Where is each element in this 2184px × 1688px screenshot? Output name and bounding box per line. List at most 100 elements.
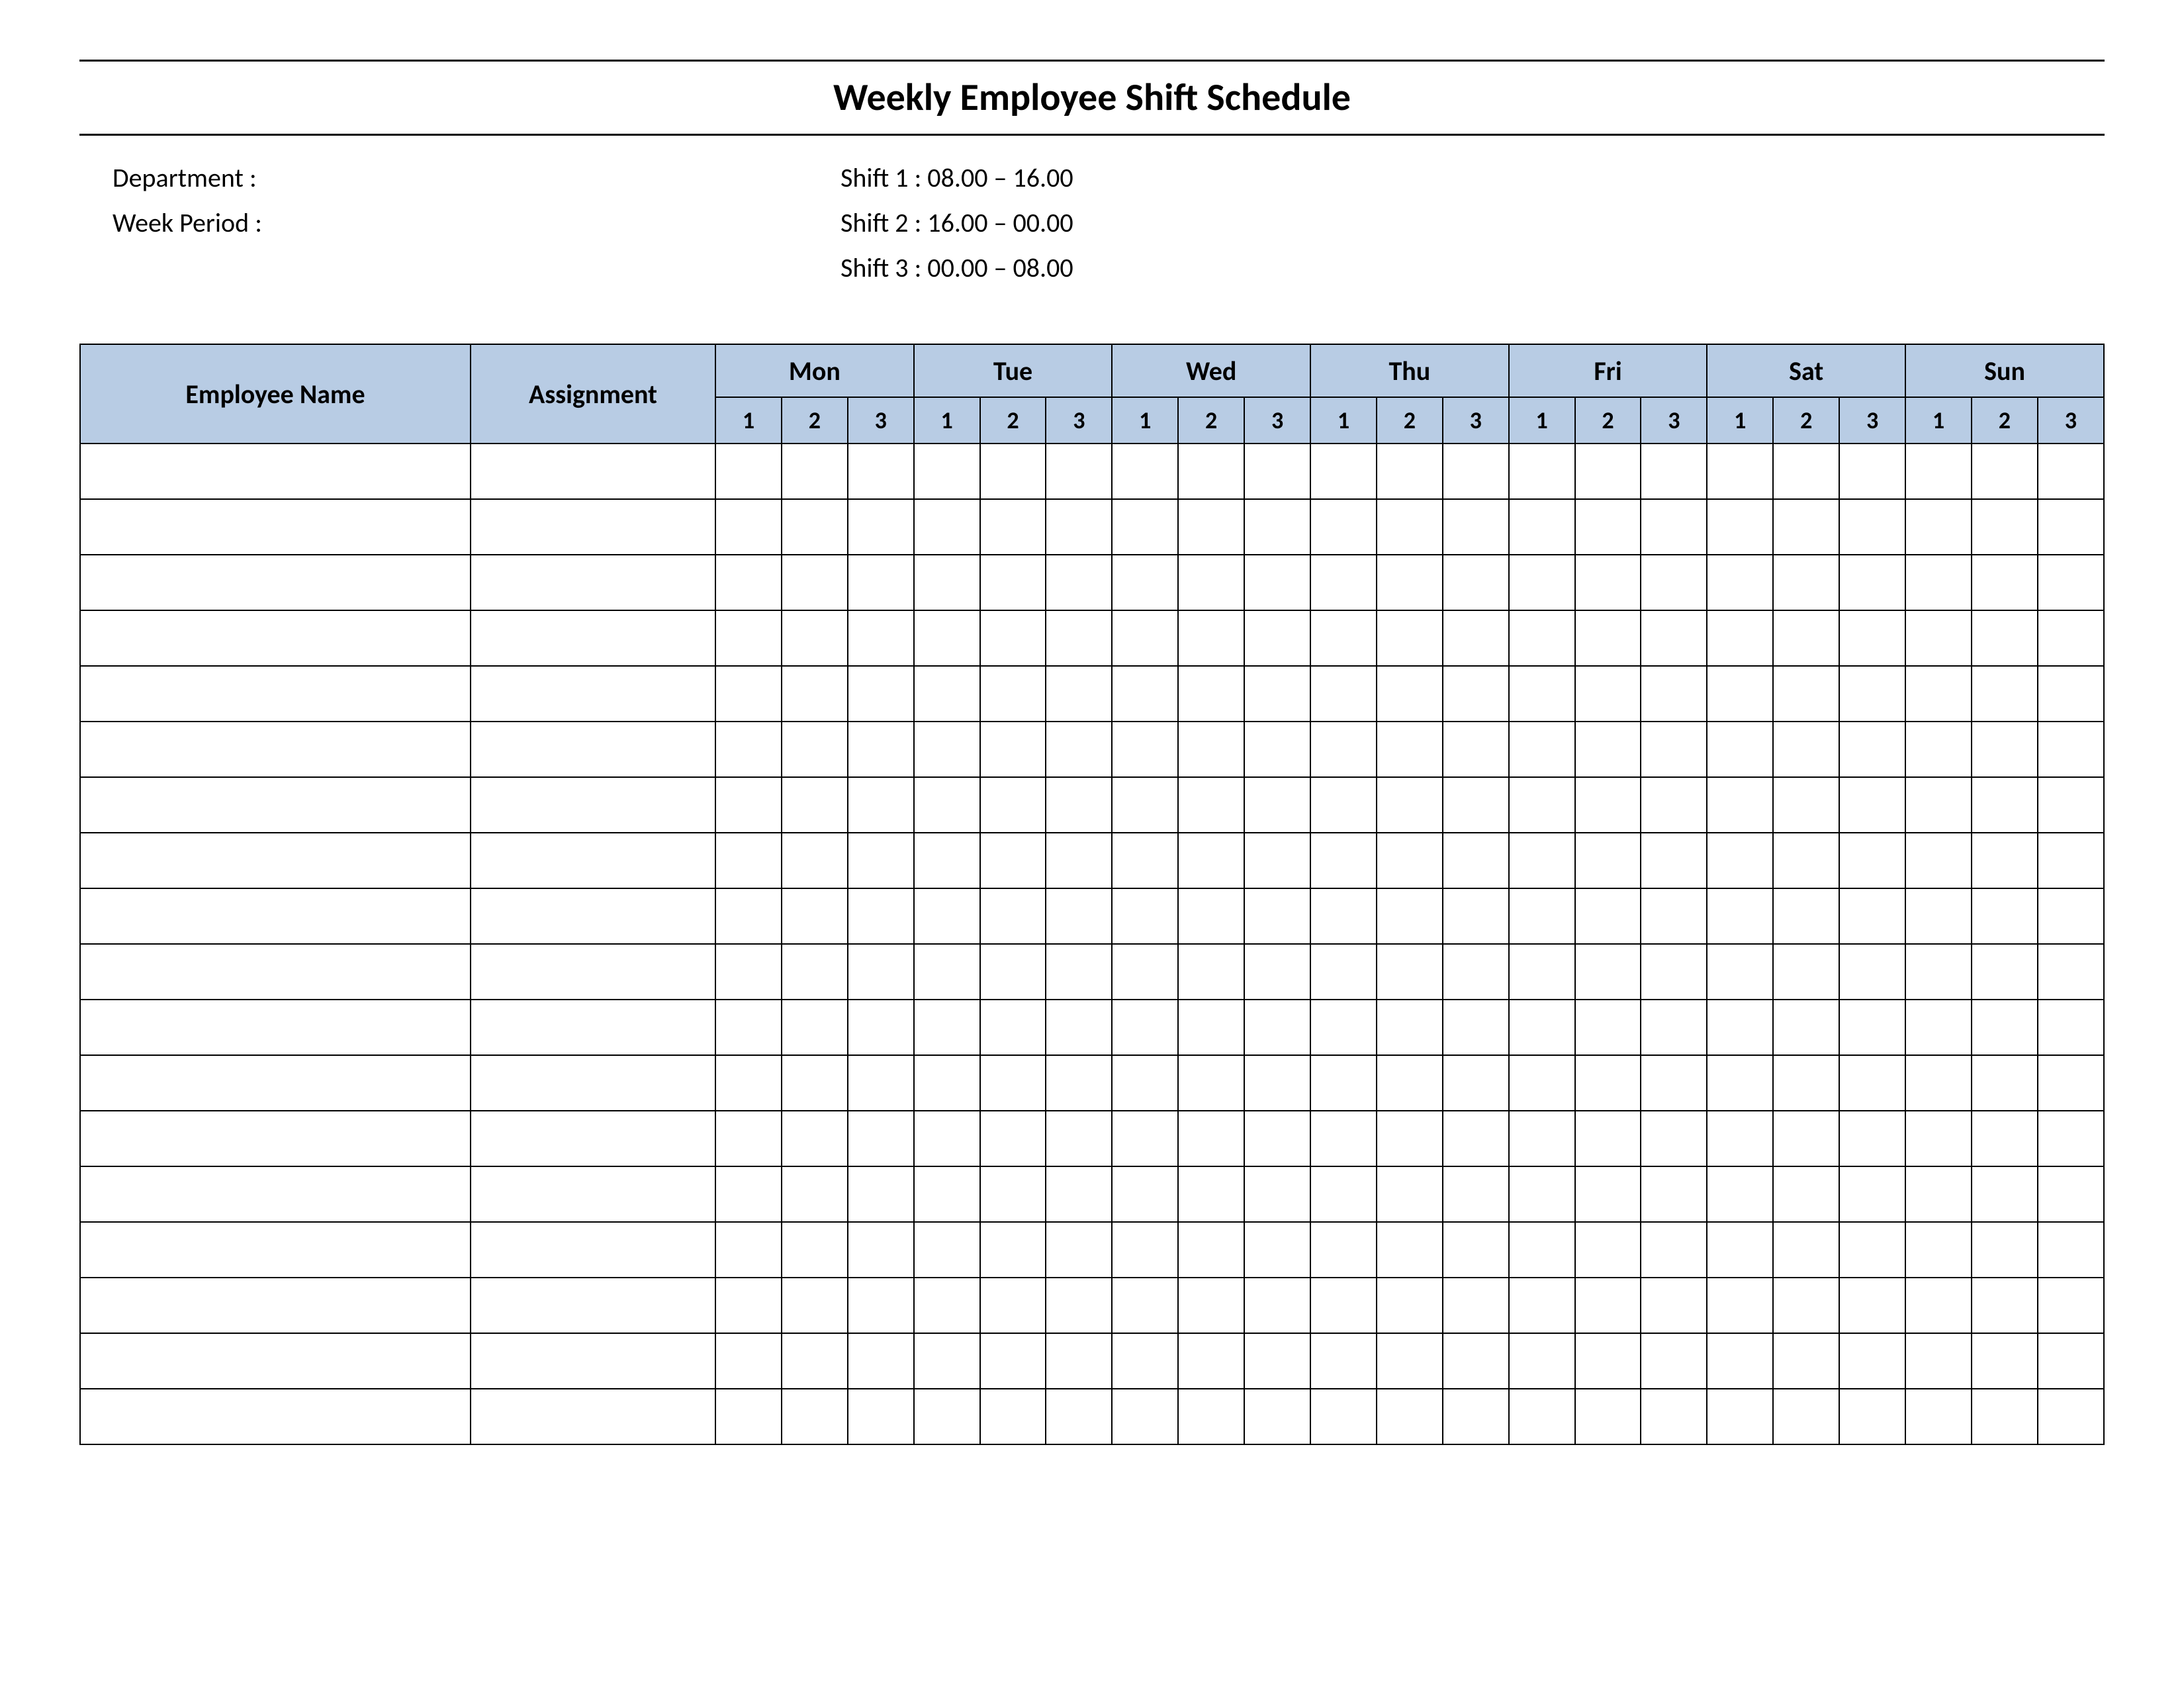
cell-shift[interactable] [1046,444,1112,499]
cell-shift[interactable] [1310,1278,1377,1333]
cell-shift[interactable] [1641,1278,1707,1333]
cell-shift[interactable] [715,1333,782,1389]
cell-shift[interactable] [980,610,1046,666]
cell-shift[interactable] [848,444,914,499]
cell-shift[interactable] [1310,555,1377,610]
cell-shift[interactable] [1972,444,2038,499]
cell-shift[interactable] [914,1000,980,1055]
cell-employee-name[interactable] [80,1333,471,1389]
cell-shift[interactable] [1773,444,1839,499]
cell-shift[interactable] [1244,499,1310,555]
cell-shift[interactable] [1244,944,1310,1000]
cell-shift[interactable] [1972,888,2038,944]
cell-shift[interactable] [1773,1222,1839,1278]
cell-shift[interactable] [1178,610,1244,666]
cell-shift[interactable] [848,1166,914,1222]
cell-shift[interactable] [1046,1000,1112,1055]
cell-shift[interactable] [1839,888,1905,944]
cell-assignment[interactable] [471,1333,715,1389]
cell-shift[interactable] [848,1111,914,1166]
cell-shift[interactable] [1112,1055,1178,1111]
cell-shift[interactable] [1244,1222,1310,1278]
cell-shift[interactable] [1575,610,1641,666]
cell-shift[interactable] [1839,555,1905,610]
cell-shift[interactable] [1178,1055,1244,1111]
cell-shift[interactable] [1905,888,1972,944]
cell-shift[interactable] [980,944,1046,1000]
cell-employee-name[interactable] [80,888,471,944]
cell-shift[interactable] [1443,1166,1509,1222]
cell-shift[interactable] [1707,722,1773,777]
cell-shift[interactable] [1377,610,1443,666]
cell-shift[interactable] [1575,444,1641,499]
cell-shift[interactable] [1046,1222,1112,1278]
cell-shift[interactable] [2038,777,2104,833]
cell-assignment[interactable] [471,1389,715,1444]
cell-shift[interactable] [1509,1166,1575,1222]
cell-shift[interactable] [1244,1389,1310,1444]
cell-shift[interactable] [914,1111,980,1166]
cell-shift[interactable] [1707,944,1773,1000]
cell-shift[interactable] [1443,1222,1509,1278]
cell-shift[interactable] [1112,722,1178,777]
cell-shift[interactable] [782,1000,848,1055]
cell-assignment[interactable] [471,666,715,722]
cell-shift[interactable] [1575,722,1641,777]
cell-shift[interactable] [1509,1055,1575,1111]
cell-shift[interactable] [782,1055,848,1111]
cell-shift[interactable] [1972,833,2038,888]
cell-shift[interactable] [1509,610,1575,666]
cell-shift[interactable] [1178,833,1244,888]
cell-shift[interactable] [782,666,848,722]
cell-shift[interactable] [1178,444,1244,499]
cell-shift[interactable] [1641,1333,1707,1389]
cell-employee-name[interactable] [80,1166,471,1222]
cell-shift[interactable] [1641,833,1707,888]
cell-shift[interactable] [1839,1333,1905,1389]
cell-shift[interactable] [1046,555,1112,610]
cell-shift[interactable] [1509,944,1575,1000]
cell-shift[interactable] [914,888,980,944]
cell-shift[interactable] [1377,1389,1443,1444]
cell-shift[interactable] [782,1278,848,1333]
cell-shift[interactable] [1112,888,1178,944]
cell-shift[interactable] [1377,1278,1443,1333]
cell-shift[interactable] [1112,1278,1178,1333]
cell-shift[interactable] [782,1222,848,1278]
cell-shift[interactable] [848,888,914,944]
cell-shift[interactable] [1773,722,1839,777]
cell-employee-name[interactable] [80,666,471,722]
cell-shift[interactable] [782,499,848,555]
cell-shift[interactable] [1575,833,1641,888]
cell-shift[interactable] [1178,1111,1244,1166]
cell-shift[interactable] [1641,1000,1707,1055]
cell-assignment[interactable] [471,1278,715,1333]
cell-shift[interactable] [782,1333,848,1389]
cell-shift[interactable] [1443,1389,1509,1444]
cell-shift[interactable] [1310,666,1377,722]
cell-shift[interactable] [1839,833,1905,888]
cell-shift[interactable] [1773,944,1839,1000]
cell-shift[interactable] [1839,1000,1905,1055]
cell-shift[interactable] [782,610,848,666]
cell-shift[interactable] [1310,777,1377,833]
cell-shift[interactable] [1377,1166,1443,1222]
cell-shift[interactable] [848,1000,914,1055]
cell-shift[interactable] [782,722,848,777]
cell-shift[interactable] [1112,1222,1178,1278]
cell-shift[interactable] [1575,944,1641,1000]
cell-shift[interactable] [1443,1333,1509,1389]
cell-shift[interactable] [980,1333,1046,1389]
cell-shift[interactable] [848,499,914,555]
cell-shift[interactable] [1509,1111,1575,1166]
cell-assignment[interactable] [471,944,715,1000]
cell-shift[interactable] [1244,1166,1310,1222]
cell-shift[interactable] [2038,722,2104,777]
cell-shift[interactable] [1244,1000,1310,1055]
cell-shift[interactable] [1310,833,1377,888]
cell-shift[interactable] [715,1111,782,1166]
cell-shift[interactable] [2038,555,2104,610]
cell-shift[interactable] [2038,444,2104,499]
cell-assignment[interactable] [471,499,715,555]
cell-shift[interactable] [914,1055,980,1111]
